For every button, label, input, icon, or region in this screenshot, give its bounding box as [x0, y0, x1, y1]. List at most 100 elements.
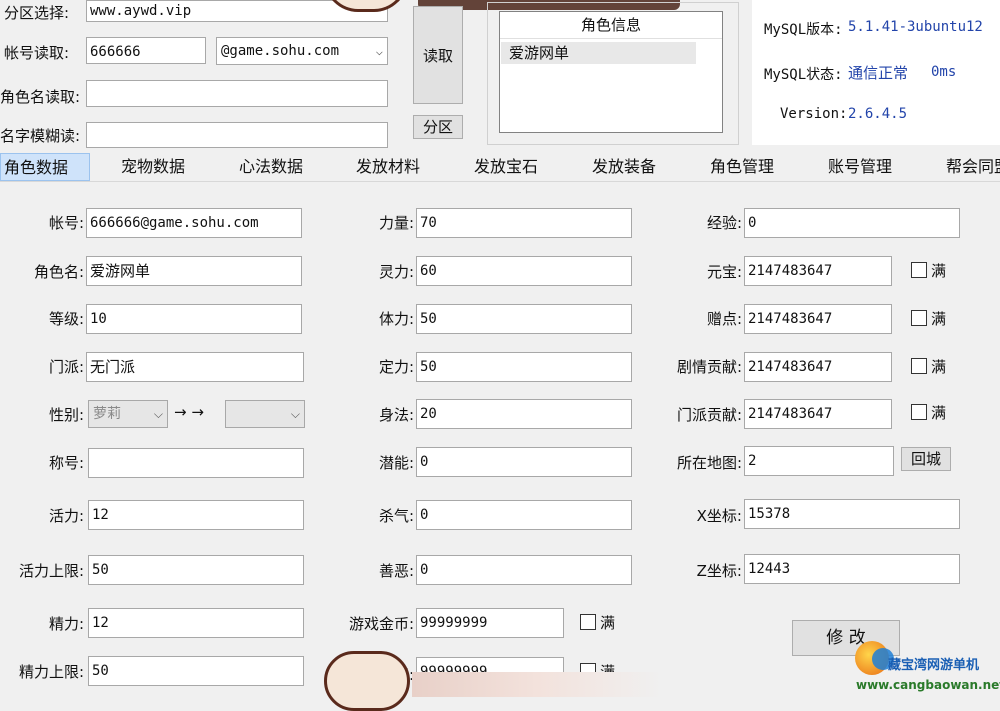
tab-issue-equipment[interactable]: 发放装备 — [592, 153, 656, 181]
constitution-label: 体力: — [378, 310, 414, 328]
yuanbao-full-checkbox[interactable] — [911, 262, 927, 278]
tab-pet-data[interactable]: 宠物数据 — [121, 153, 185, 181]
yuanbao-input[interactable]: 2147483647 — [744, 256, 892, 286]
level-label: 等级: — [48, 310, 84, 328]
gift-full-label: 满 — [931, 310, 947, 328]
watermark-title: 藏宝湾网游单机 — [888, 658, 980, 673]
tab-guild-alliance[interactable]: 帮会同盟 — [946, 153, 1000, 181]
gift-points-input[interactable]: 2147483647 — [744, 304, 892, 334]
kill-intent-input[interactable]: 0 — [416, 500, 632, 530]
map-label: 所在地图: — [676, 454, 742, 472]
potential-label: 潜能: — [378, 454, 414, 472]
chevron-down-icon: ⌵ — [290, 407, 300, 421]
energy-max-input[interactable]: 50 — [88, 656, 304, 686]
chevron-down-icon: ⌵ — [153, 407, 163, 421]
x-coord-label: X坐标: — [696, 507, 742, 525]
focus-input[interactable]: 50 — [416, 352, 632, 382]
spirit-input[interactable]: 60 — [416, 256, 632, 286]
z-coord-label: Z坐标: — [696, 562, 742, 580]
strength-label: 力量: — [378, 214, 414, 232]
tab-mind-data[interactable]: 心法数据 — [239, 153, 303, 181]
version-value: 2.6.4.5 — [848, 106, 908, 122]
sect-contrib-input[interactable]: 2147483647 — [744, 399, 892, 429]
title-input[interactable] — [88, 448, 304, 478]
sect-label: 门派: — [48, 358, 84, 376]
story-contrib-input[interactable]: 2147483647 — [744, 352, 892, 382]
domain-select[interactable]: @game.sohu.com ⌵ — [216, 37, 388, 65]
arrows-text: → → — [174, 403, 204, 421]
sect-input[interactable]: 无门派 — [86, 352, 304, 382]
game-gold-input[interactable]: 99999999 — [416, 608, 564, 638]
gift-points-label: 赠点: — [706, 310, 742, 328]
vitality-input[interactable]: 12 — [88, 500, 304, 530]
role-list-header: 角色信息 — [500, 12, 722, 39]
energy-input[interactable]: 12 — [88, 608, 304, 638]
potential-input[interactable]: 0 — [416, 447, 632, 477]
role-read-input[interactable] — [86, 80, 388, 107]
focus-label: 定力: — [378, 358, 414, 376]
tab-divider — [0, 181, 1000, 182]
gold-full-label: 满 — [600, 614, 616, 632]
banner-image — [412, 672, 662, 697]
watermark-url: www.cangbaowan.net — [856, 678, 1000, 692]
sect-full-label: 满 — [931, 404, 947, 422]
vitality-max-label: 活力上限: — [18, 562, 84, 580]
version-label: Version: — [780, 106, 848, 122]
mysql-version-label: MySQL版本: — [764, 22, 843, 38]
mysql-status-label: MySQL状态: — [764, 67, 843, 83]
level-input[interactable]: 10 — [86, 304, 302, 334]
gender-select[interactable]: 萝莉 ⌵ — [88, 400, 168, 428]
constitution-input[interactable]: 50 — [416, 304, 632, 334]
game-logo-icon — [324, 651, 410, 711]
tab-account-management[interactable]: 账号管理 — [828, 153, 892, 181]
experience-input[interactable]: 0 — [744, 208, 960, 238]
map-input[interactable]: 2 — [744, 446, 894, 476]
mysql-version-value: 5.1.41-3ubuntu12 — [848, 19, 983, 35]
spirit-label: 灵力: — [378, 263, 414, 281]
account-read-label: 帐号读取: — [4, 44, 70, 62]
kill-intent-label: 杀气: — [378, 507, 414, 525]
strength-input[interactable]: 70 — [416, 208, 632, 238]
account-label: 帐号: — [48, 214, 84, 232]
x-coord-input[interactable]: 15378 — [744, 499, 960, 529]
story-full-label: 满 — [931, 358, 947, 376]
yuanbao-full-label: 满 — [931, 262, 947, 280]
experience-label: 经验: — [706, 214, 742, 232]
read-button[interactable]: 读取 — [413, 6, 463, 104]
tab-issue-materials[interactable]: 发放材料 — [356, 153, 420, 181]
account-input[interactable]: 666666@game.sohu.com — [86, 208, 302, 238]
morality-input[interactable]: 0 — [416, 555, 632, 585]
partition-label: 分区选择: — [4, 4, 70, 22]
agility-input[interactable]: 20 — [416, 399, 632, 429]
gender-label: 性别: — [48, 406, 84, 424]
return-city-button[interactable]: 回城 — [901, 447, 951, 471]
mysql-status-value: 通信正常 — [848, 64, 909, 82]
role-read-label: 角色名读取: — [0, 88, 81, 106]
energy-max-label: 精力上限: — [18, 663, 84, 681]
account-read-input[interactable]: 666666 — [86, 37, 206, 64]
gift-full-checkbox[interactable] — [911, 310, 927, 326]
tab-role-management[interactable]: 角色管理 — [710, 153, 774, 181]
z-coord-input[interactable]: 12443 — [744, 554, 960, 584]
tab-role-data[interactable]: 角色数据 — [0, 153, 90, 181]
role-name-input[interactable]: 爱游网单 — [86, 256, 302, 286]
tab-issue-gems[interactable]: 发放宝石 — [474, 153, 538, 181]
morality-label: 善恶: — [378, 562, 414, 580]
sect-full-checkbox[interactable] — [911, 404, 927, 420]
fuzzy-read-input[interactable] — [86, 122, 388, 148]
agility-label: 身法: — [378, 406, 414, 424]
gender-select-value: 萝莉 — [93, 406, 121, 422]
title-label: 称号: — [48, 454, 84, 472]
domain-select-value: @game.sohu.com — [221, 43, 340, 59]
story-full-checkbox[interactable] — [911, 358, 927, 374]
vitality-max-input[interactable]: 50 — [88, 555, 304, 585]
gender-target-select[interactable]: ⌵ — [225, 400, 305, 428]
gold-full-checkbox[interactable] — [580, 614, 596, 630]
mysql-ping-value: 0ms — [931, 64, 957, 80]
role-list-item[interactable]: 爱游网单 — [501, 42, 696, 64]
game-gold-label: 游戏金币: — [348, 615, 414, 633]
sect-contrib-label: 门派贡献: — [676, 406, 742, 424]
chevron-down-icon: ⌵ — [375, 44, 383, 58]
role-list[interactable]: 角色信息 爱游网单 — [499, 11, 723, 133]
partition-button[interactable]: 分区 — [413, 115, 463, 139]
